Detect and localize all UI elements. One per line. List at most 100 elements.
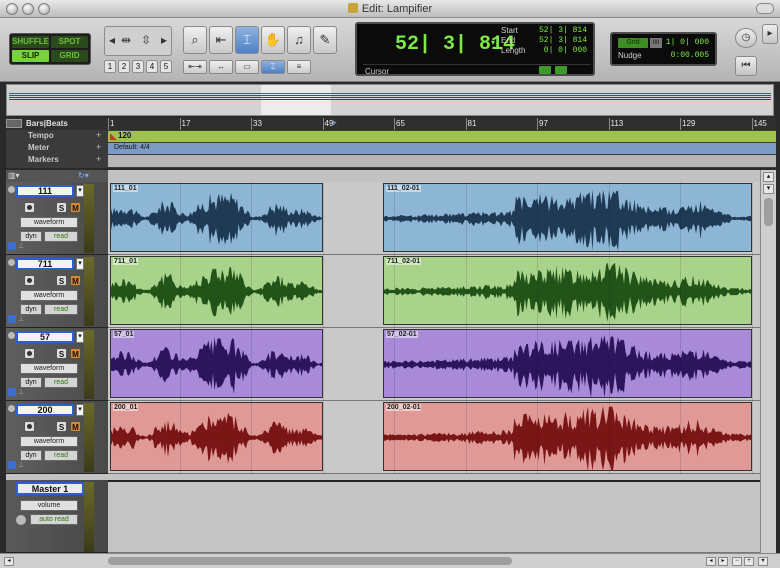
scroll-prev-icon[interactable]: ◂ [706, 557, 716, 566]
grid-snap-icon[interactable] [539, 66, 551, 74]
zoom-in-horizontal-icon[interactable]: + [744, 557, 754, 566]
track-automation-select[interactable]: read [44, 231, 78, 242]
track-lane[interactable]: 111_01 111_02-01 [108, 182, 776, 255]
audio-clip[interactable]: 57_02-01 [383, 329, 752, 398]
bars-beats-ruler[interactable]: Bars|Beats 1 17 33 49 65 81 97 113 129 145 ⌖ [6, 118, 776, 130]
shuffle-mode-button[interactable]: SHUFFLE [12, 36, 49, 48]
track-name-chevron-icon[interactable]: ▾ [76, 185, 84, 197]
audio-clip[interactable]: 57_01 [110, 329, 323, 398]
pencil-tool-button[interactable]: ✎ [313, 26, 337, 54]
track-automation-select[interactable]: read [44, 377, 78, 388]
grid-value[interactable]: 1| 0| 000 [666, 38, 709, 47]
audio-clip[interactable]: 111_02-01 [383, 183, 752, 252]
length-value[interactable]: 0| 0| 000 [544, 46, 587, 55]
horizontal-zoom-icon[interactable]: ⇹ [121, 33, 131, 47]
playhead-icon[interactable]: ⌖ [331, 118, 337, 129]
slip-mode-button[interactable]: SLIP [12, 50, 49, 62]
track-view-select[interactable]: waveform [20, 363, 78, 374]
lock-icon[interactable] [555, 66, 567, 74]
track-dyn-select[interactable]: dyn [20, 450, 42, 461]
grid-label[interactable]: Grid [618, 38, 648, 48]
grabber-tool-button[interactable]: ✋ [261, 26, 285, 54]
tab-to-transients-button[interactable]: ⇤⇥ [183, 60, 207, 74]
track-header[interactable]: 200 ▾ S M waveform dyn read ⊥ [6, 401, 108, 474]
track-view-select[interactable]: waveform [20, 290, 78, 301]
zoomer-tool-button[interactable]: ⌕ [183, 26, 207, 54]
record-enable-button[interactable] [24, 275, 35, 286]
nudge-value[interactable]: 0:00.005 [671, 51, 709, 60]
zoom-preset-4[interactable]: 4 [146, 60, 158, 73]
track-lane[interactable]: 711_01 711_02-01 [108, 255, 776, 328]
master-track-lane[interactable] [108, 480, 776, 553]
overview-visible-region[interactable] [261, 85, 331, 115]
toolbar-toggle-button[interactable] [756, 3, 774, 14]
add-meter-icon[interactable]: + [96, 142, 101, 152]
zoom-preset-5[interactable]: 5 [160, 60, 172, 73]
track-name-chevron-icon[interactable]: ▾ [76, 258, 84, 270]
audio-clip[interactable]: 200_02-01 [383, 402, 752, 471]
grid-mode-button[interactable]: GRID [51, 50, 88, 62]
track-automation-select[interactable]: read [44, 304, 78, 315]
add-tempo-icon[interactable]: + [96, 130, 101, 140]
track-view-select[interactable]: waveform [20, 217, 78, 228]
record-enable-button[interactable] [24, 348, 35, 359]
counter-format-chevron-icon[interactable]: ▾ [491, 38, 495, 47]
master-view-select[interactable]: volume [20, 500, 78, 511]
track-header[interactable]: 57 ▾ S M waveform dyn read ⊥ [6, 328, 108, 401]
horizontal-scrollbar[interactable]: ◂ ◂ ▸ − + ▾ [0, 553, 780, 568]
master-automation-select[interactable]: auto read [30, 514, 78, 525]
zoom-preset-2[interactable]: 2 [118, 60, 130, 73]
markers-lane[interactable] [108, 155, 776, 167]
track-name[interactable]: 111 [16, 185, 74, 197]
audio-clip[interactable]: 111_01 [110, 183, 323, 252]
record-enable-button[interactable] [24, 202, 35, 213]
track-dyn-select[interactable]: dyn [20, 304, 42, 315]
trim-tool-button[interactable]: ⇤ [209, 26, 233, 54]
zoom-tracks-in-icon[interactable]: ▾ [763, 184, 774, 194]
add-marker-icon[interactable]: + [96, 154, 101, 164]
return-to-zero-icon[interactable]: ⏮ [735, 56, 757, 76]
zoom-in-icon[interactable]: ▸ [161, 33, 167, 47]
solo-button[interactable]: S [56, 348, 67, 359]
master-track-name[interactable]: Master 1 [16, 482, 84, 495]
track-input-monitor-icon[interactable] [8, 242, 16, 250]
track-automation-select[interactable]: read [44, 450, 78, 461]
start-value[interactable]: 52| 3| 814 [539, 26, 587, 35]
scrubber-tool-button[interactable]: ♫ [287, 26, 311, 54]
track-name-chevron-icon[interactable]: ▾ [76, 404, 84, 416]
audio-clip[interactable]: 711_01 [110, 256, 323, 325]
track-record-icon[interactable] [8, 405, 15, 412]
meter-lane[interactable]: Default: 4/4 [108, 143, 776, 154]
mute-button[interactable]: M [70, 275, 81, 286]
scroll-left-icon[interactable]: ◂ [4, 557, 14, 566]
audio-clip[interactable]: 200_01 [110, 402, 323, 471]
end-value[interactable]: 52| 3| 814 [539, 36, 587, 45]
keyboard-focus-button[interactable]: ≡ [287, 60, 311, 74]
track-dyn-select[interactable]: dyn [20, 377, 42, 388]
master-track-header[interactable]: Master 1 volume auto read [6, 480, 108, 553]
track-name[interactable]: 200 [16, 404, 74, 416]
spot-mode-button[interactable]: SPOT [51, 36, 88, 48]
track-name-chevron-icon[interactable]: ▾ [76, 331, 84, 343]
selector-tool-button[interactable]: ⌶ [235, 26, 259, 54]
scroll-next-icon[interactable]: ▸ [718, 557, 728, 566]
mute-button[interactable]: M [70, 202, 81, 213]
track-view-icon[interactable]: ▥▾ [8, 171, 20, 180]
toolbar-scroll-icon[interactable]: ▸ [762, 24, 778, 44]
solo-button[interactable]: S [56, 202, 67, 213]
link-track-button[interactable]: ▭ [235, 60, 259, 74]
scroll-up-icon[interactable]: ▴ [763, 172, 774, 182]
record-enable-button[interactable] [24, 421, 35, 432]
tempo-lane[interactable]: ◣ 120 [108, 131, 776, 142]
track-input-monitor-icon[interactable] [8, 461, 16, 469]
track-record-icon[interactable] [8, 332, 15, 339]
mute-button[interactable]: M [70, 348, 81, 359]
track-lane[interactable]: 200_01 200_02-01 [108, 401, 776, 474]
link-timeline-button[interactable]: ↔ [209, 60, 233, 74]
track-record-icon[interactable] [8, 186, 15, 193]
vertical-scrollbar[interactable]: ▴ ▾ [760, 170, 776, 553]
track-header[interactable]: 111 ▾ S M waveform dyn read ⊥ [6, 182, 108, 255]
clock-icon[interactable]: ◷ [735, 28, 757, 48]
track-record-icon[interactable] [8, 259, 15, 266]
insertion-follows-playback-button[interactable]: ⌶ [261, 60, 285, 74]
